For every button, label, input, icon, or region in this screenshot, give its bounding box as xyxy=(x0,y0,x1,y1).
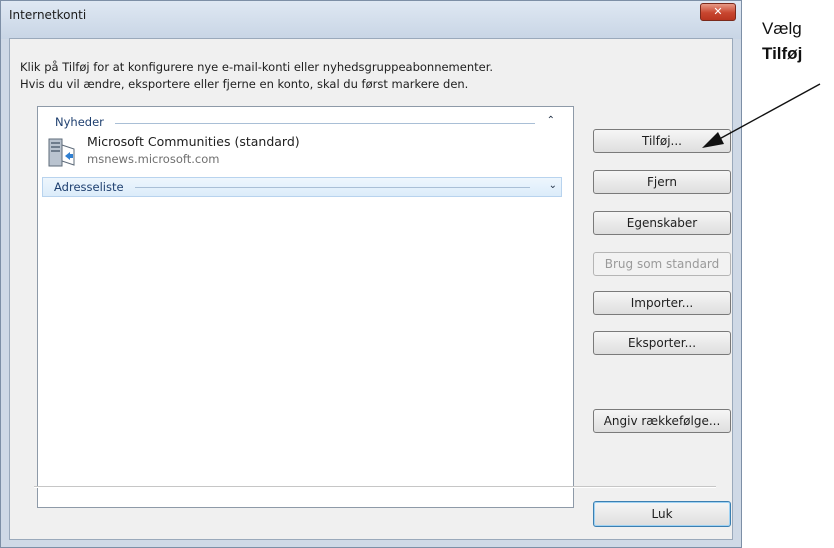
group-divider-line xyxy=(115,123,535,124)
news-server-icon xyxy=(48,138,75,167)
collapse-chevron-icon[interactable]: ⌃ xyxy=(547,115,555,126)
footer-divider-highlight xyxy=(34,487,716,488)
accounts-list[interactable]: Nyheder ⌃ Microsoft Communities (standar… xyxy=(37,106,574,508)
group-label-nyheder: Nyheder xyxy=(55,115,104,129)
instructions: Klik på Tilføj for at konfigurere nye e-… xyxy=(20,59,620,93)
group-label-adresseliste: Adresseliste xyxy=(54,180,124,194)
close-window-button[interactable]: ✕ xyxy=(700,3,736,21)
properties-button[interactable]: Egenskaber xyxy=(593,211,731,235)
annotation-add-text: Tilføj xyxy=(762,44,803,63)
close-button[interactable]: Luk xyxy=(593,501,731,527)
window-title: Internetkonti xyxy=(9,8,87,22)
annotation-arrow-icon xyxy=(702,83,821,148)
instruction-line-1: Klik på Tilføj for at konfigurere nye e-… xyxy=(20,60,494,74)
account-name: Microsoft Communities (standard) xyxy=(87,134,300,149)
group-header-adresseliste[interactable]: Adresseliste ⌄ xyxy=(42,177,562,197)
instruction-line-2: Hvis du vil ændre, eksportere eller fjer… xyxy=(20,77,469,91)
remove-button[interactable]: Fjern xyxy=(593,170,731,194)
annotation-select-text: Vælg xyxy=(762,19,802,38)
group-divider-line xyxy=(135,187,530,188)
set-order-button[interactable]: Angiv rækkefølge... xyxy=(593,409,731,433)
set-default-button[interactable]: Brug som standard xyxy=(593,252,731,276)
title-bar: Internetkonti ✕ xyxy=(1,1,741,39)
close-icon: ✕ xyxy=(713,5,723,18)
export-button[interactable]: Eksporter... xyxy=(593,331,731,355)
expand-chevron-icon[interactable]: ⌄ xyxy=(549,180,557,191)
account-server: msnews.microsoft.com xyxy=(87,152,220,166)
group-header-nyheder[interactable]: Nyheder ⌃ xyxy=(47,114,559,132)
import-button[interactable]: Importer... xyxy=(593,291,731,315)
dialog-client-area: Klik på Tilføj for at konfigurere nye e-… xyxy=(9,38,733,540)
